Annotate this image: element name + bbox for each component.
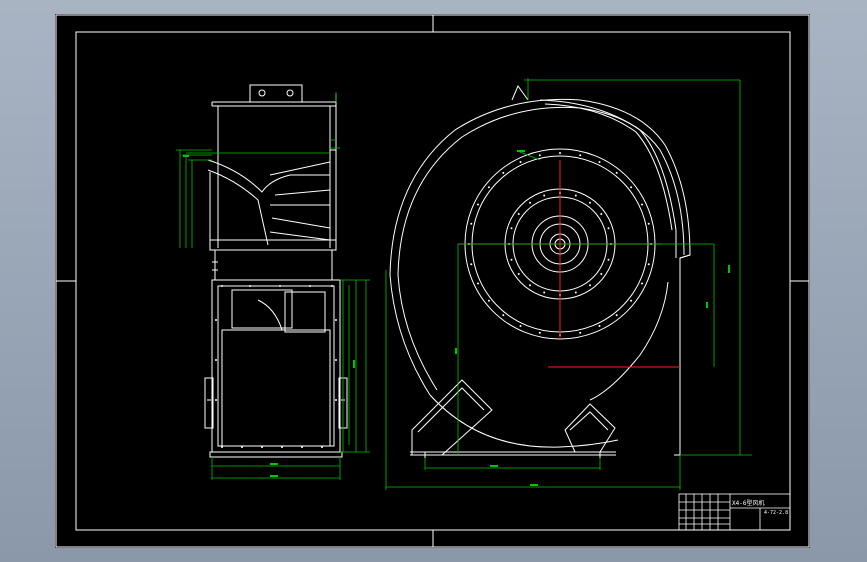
bolt-hole [510,258,513,261]
cad-viewport[interactable]: X4-6型风机 4-72-2.8 [0,0,867,562]
bolt-hole [470,263,473,266]
bolt-hole [510,227,513,230]
cad-drawing: X4-6型风机 4-72-2.8 [55,14,810,548]
bolt-hole [470,222,473,225]
bolt-hole [600,213,603,215]
bolt-hole [647,263,650,266]
bolt-hole [641,203,643,206]
bolt-hole [517,213,520,215]
bolt-hole [517,273,520,275]
bolt-hole [477,282,479,285]
bolt-hole [607,227,610,230]
bolt-hole [647,222,650,225]
bolt-hole [538,154,541,157]
bolt-hole [574,194,577,197]
bolt-hole [589,284,591,287]
bolt-hole [607,258,610,261]
bolt-hole [615,171,618,174]
bolt-hole [477,203,479,206]
bolt-hole [641,282,643,285]
drawing-title: X4-6型风机 [732,499,764,507]
bolt-hole [630,186,633,189]
bolt-hole [598,161,601,163]
bolt-hole [543,291,546,294]
bolt-hole [600,273,603,275]
bolt-hole [529,284,531,287]
bolt-hole [538,331,541,334]
bolt-hole [579,331,582,334]
bolt-hole [487,299,490,302]
bolt-hole [579,154,582,157]
bolt-hole [559,152,561,154]
bolt-hole [502,314,505,317]
bolt-hole [598,325,601,327]
bolt-hole [487,186,490,189]
bolt-hole [589,201,591,204]
bolt-hole [615,314,618,317]
bolt-hole [574,291,577,294]
bolt-hole [519,161,522,163]
drawing-number: 4-72-2.8 [764,510,788,516]
bolt-hole [529,201,531,204]
bolt-hole [519,325,522,327]
bolt-hole [630,299,633,302]
bolt-hole [502,171,505,174]
bolt-hole [543,194,546,197]
